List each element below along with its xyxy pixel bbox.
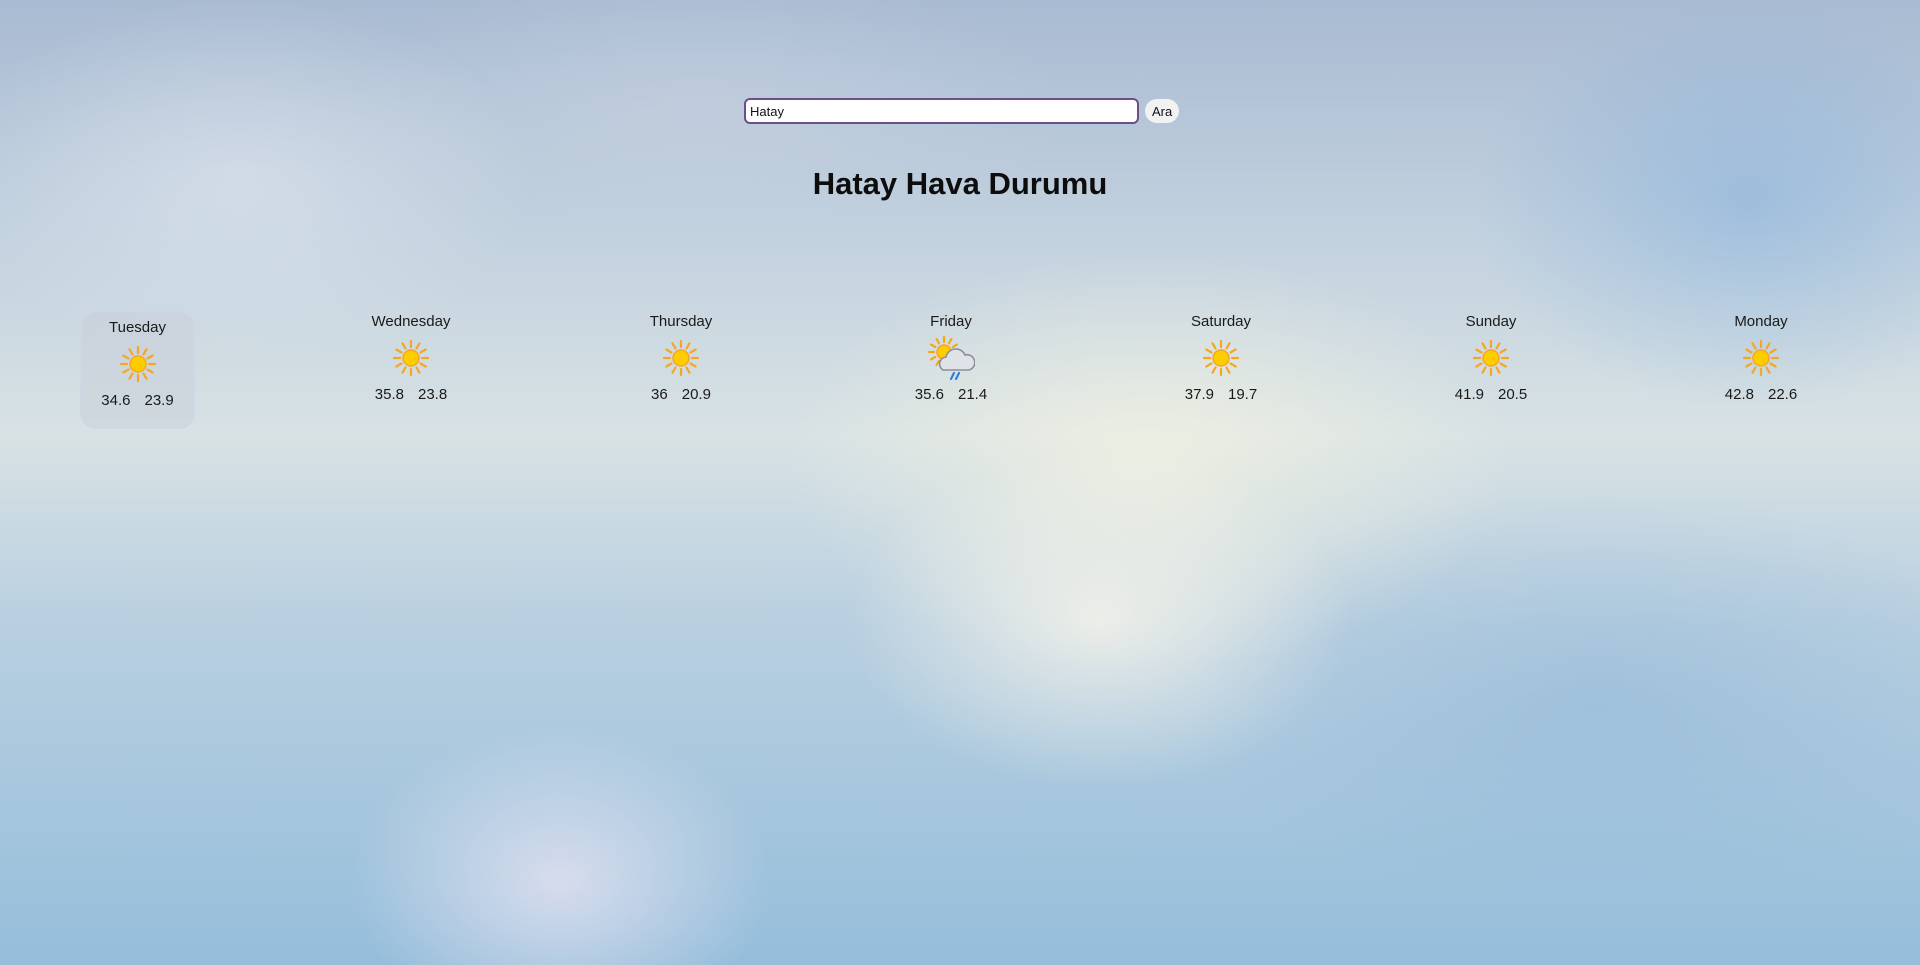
day-name: Friday xyxy=(930,313,972,330)
sun-icon xyxy=(1742,339,1780,377)
search-button[interactable]: Ara xyxy=(1145,99,1180,123)
day-name: Wednesday xyxy=(371,313,451,330)
day-card-friday[interactable]: Friday 35.6 21.4 xyxy=(891,305,1011,425)
sun-icon xyxy=(392,339,430,377)
search-bar: Ara xyxy=(744,98,1180,124)
temp-max: 42.8 xyxy=(1724,386,1754,403)
sun-icon xyxy=(119,345,156,383)
page-title: Hatay Hava Durumu xyxy=(812,166,1108,201)
temp-min: 19.7 xyxy=(1228,386,1258,403)
day-card-thursday[interactable]: Thursday 36 20.9 xyxy=(621,305,741,425)
day-name: Tuesday xyxy=(109,319,166,336)
temp-max: 34.6 xyxy=(101,392,131,409)
temperatures: 42.8 22.6 xyxy=(1701,386,1821,403)
temp-min: 20.5 xyxy=(1498,386,1528,403)
day-name: Saturday xyxy=(1190,313,1252,330)
temperatures: 34.6 23.9 xyxy=(82,392,193,409)
day-card-tuesday[interactable]: Tuesday 34.6 23.9 xyxy=(80,310,195,429)
temperatures: 37.9 19.7 xyxy=(1161,386,1281,403)
sun-icon xyxy=(662,339,700,377)
temp-max: 35.8 xyxy=(374,386,404,403)
temperatures: 35.8 23.8 xyxy=(351,386,471,403)
day-card-saturday[interactable]: Saturday 37.9 19.7 xyxy=(1161,305,1281,425)
temp-max: 41.9 xyxy=(1454,386,1484,403)
temp-max: 37.9 xyxy=(1184,386,1214,403)
day-name: Sunday xyxy=(1465,313,1517,330)
temp-max: 36 xyxy=(651,386,668,403)
day-card-wednesday[interactable]: Wednesday 35.8 23.8 xyxy=(351,305,471,425)
search-input[interactable] xyxy=(744,98,1139,124)
temp-min: 20.9 xyxy=(681,386,711,403)
day-card-sunday[interactable]: Sunday 41.9 20.5 xyxy=(1431,305,1551,425)
temp-min: 22.6 xyxy=(1768,386,1798,403)
temp-min: 21.4 xyxy=(958,386,988,403)
temp-min: 23.9 xyxy=(144,392,174,409)
sun-icon xyxy=(1202,339,1240,377)
temperatures: 36 20.9 xyxy=(621,386,741,403)
day-card-monday[interactable]: Monday 42.8 22.6 xyxy=(1701,305,1821,425)
day-name: Monday xyxy=(1734,313,1788,330)
temp-max: 35.6 xyxy=(914,386,944,403)
day-name: Thursday xyxy=(649,313,713,330)
sun-icon xyxy=(1472,339,1510,377)
temperatures: 35.6 21.4 xyxy=(891,386,1011,403)
sun-cloud-rain-icon xyxy=(927,336,975,380)
forecast-row: Tuesday 34.6 23.9 Wednesday 35.8 23.8 Thur… xyxy=(0,305,1920,429)
temp-min: 23.8 xyxy=(418,386,448,403)
temperatures: 41.9 20.5 xyxy=(1431,386,1551,403)
